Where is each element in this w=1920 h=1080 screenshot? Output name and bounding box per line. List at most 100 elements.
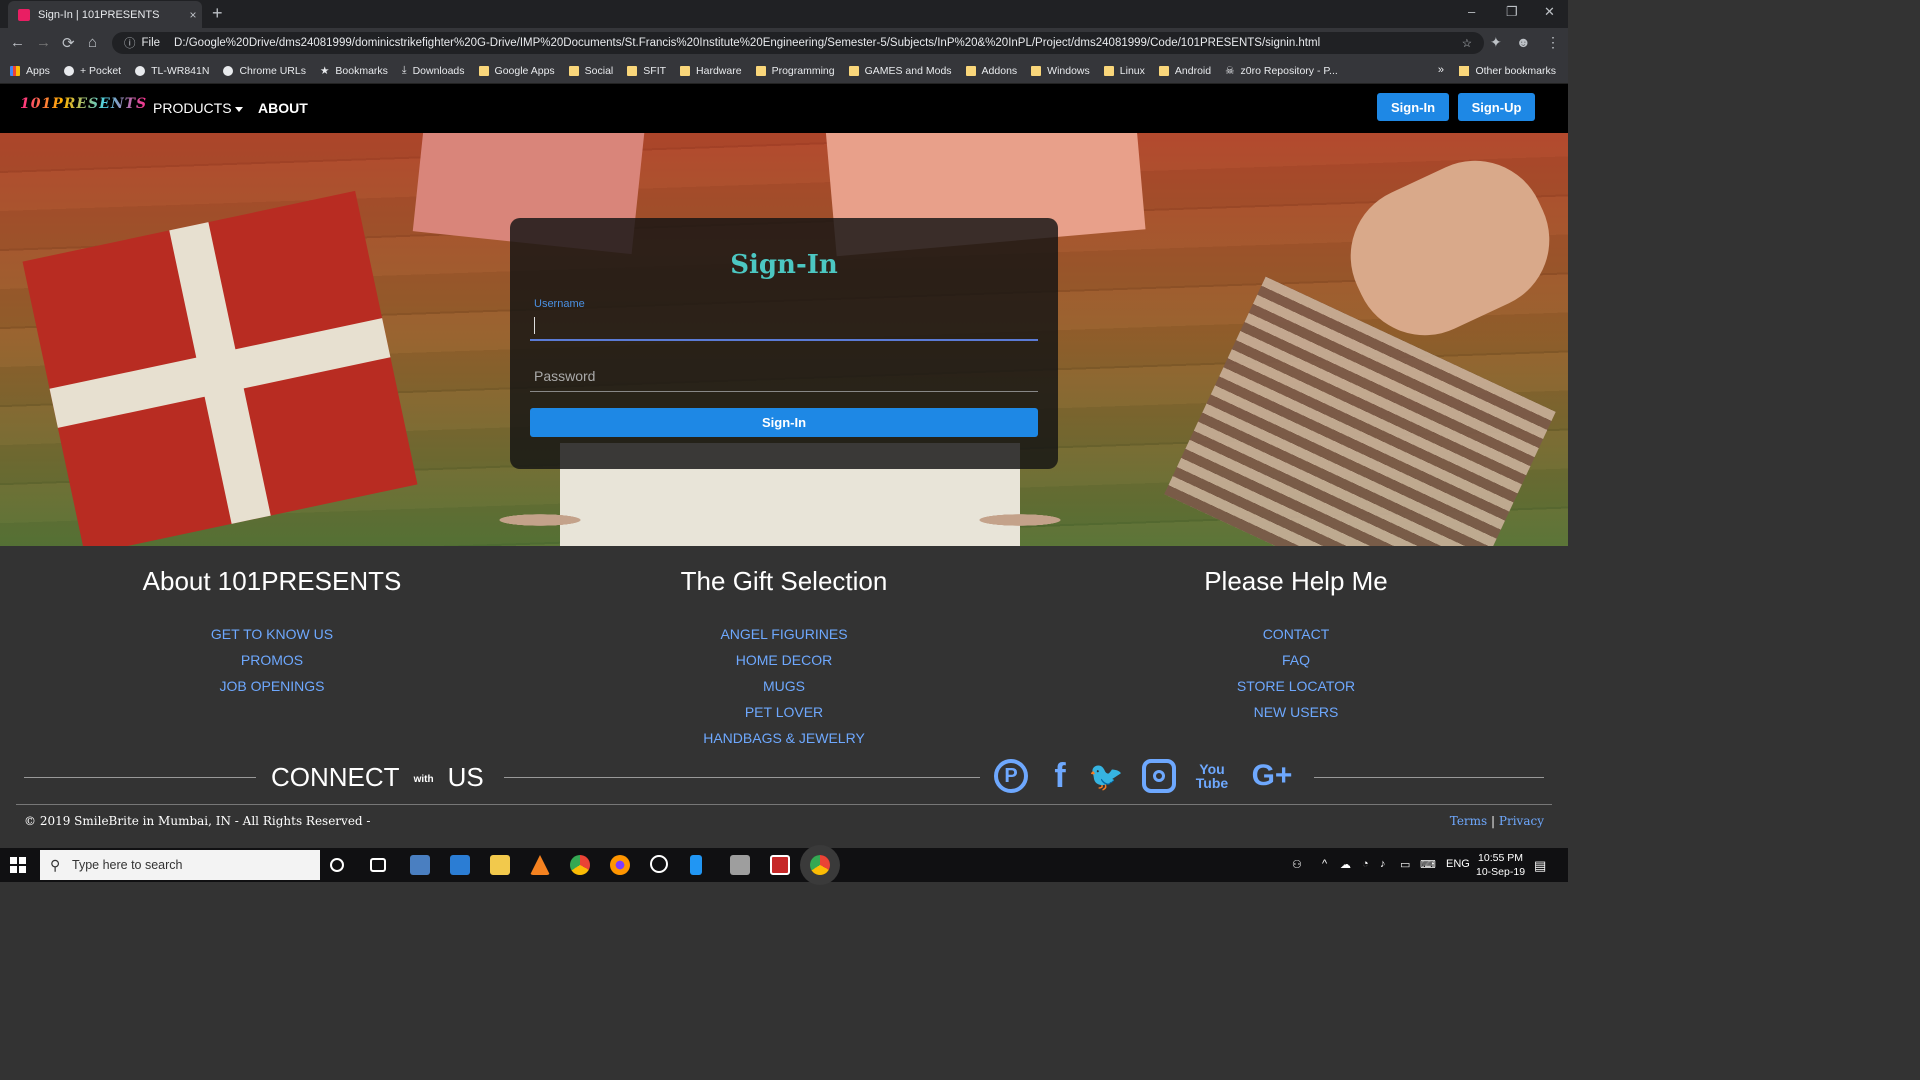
bookmark-label: Programming bbox=[771, 64, 835, 77]
bookmark-downloads[interactable]: ⤓ Downloads bbox=[402, 64, 465, 77]
pinterest-icon[interactable]: P bbox=[994, 759, 1028, 793]
file-explorer-icon[interactable] bbox=[490, 855, 510, 875]
close-window-button[interactable]: ✕ bbox=[1544, 4, 1555, 20]
nav-signup-button[interactable]: Sign-Up bbox=[1458, 93, 1535, 121]
volume-icon[interactable]: ♪ bbox=[1380, 858, 1386, 870]
footer-link[interactable]: FAQ bbox=[1086, 647, 1506, 673]
keyboard-icon[interactable]: ⌨ bbox=[1420, 858, 1436, 871]
bookmark-chrome-urls[interactable]: Chrome URLs bbox=[223, 65, 306, 77]
app-shortcut-icon[interactable] bbox=[730, 855, 750, 875]
privacy-link[interactable]: Privacy bbox=[1499, 814, 1544, 828]
bookmarks-overflow-button[interactable]: » bbox=[1438, 64, 1444, 76]
info-icon[interactable]: ⓘ bbox=[124, 35, 136, 51]
password-input[interactable] bbox=[530, 360, 1038, 392]
bookmark-folder-programming[interactable]: Programming bbox=[755, 64, 835, 77]
reload-icon[interactable]: ⟳ bbox=[62, 34, 75, 52]
footer-link[interactable]: HOME DECOR bbox=[574, 647, 994, 673]
folder-icon bbox=[478, 65, 489, 76]
bookmark-folder-addons[interactable]: Addons bbox=[965, 64, 1018, 77]
footer-link[interactable]: NEW USERS bbox=[1086, 699, 1506, 725]
facebook-icon[interactable]: f bbox=[1040, 756, 1080, 796]
footer-link[interactable]: ANGEL FIGURINES bbox=[574, 621, 994, 647]
language-indicator[interactable]: ENG bbox=[1446, 858, 1470, 870]
bookmark-folder-hardware[interactable]: Hardware bbox=[680, 65, 742, 77]
minimize-button[interactable]: – bbox=[1468, 4, 1475, 19]
bookmark-star-icon[interactable]: ☆ bbox=[1462, 36, 1472, 50]
skull-icon: ☠ bbox=[1225, 64, 1235, 77]
profile-avatar-icon[interactable]: ☻ bbox=[1516, 34, 1531, 50]
extensions-icon[interactable]: ✦ bbox=[1490, 34, 1502, 51]
footer-link[interactable]: PROMOS bbox=[62, 647, 482, 673]
tray-chevron-icon[interactable]: ^ bbox=[1322, 858, 1327, 870]
browser-tab[interactable]: Sign-In | 101PRESENTS × bbox=[8, 1, 202, 28]
bookmark-folder-games[interactable]: GAMES and Mods bbox=[848, 65, 952, 77]
footer-link[interactable]: HANDBAGS & JEWELRY bbox=[574, 725, 994, 751]
signin-submit-button[interactable]: Sign-In bbox=[530, 408, 1038, 437]
chrome-active-icon[interactable] bbox=[810, 855, 830, 875]
other-bookmarks-folder[interactable]: Other bookmarks bbox=[1459, 58, 1556, 84]
bookmark-folder-android[interactable]: Android bbox=[1158, 65, 1211, 77]
google-plus-icon[interactable]: G+ bbox=[1246, 756, 1298, 796]
footer-link[interactable]: JOB OPENINGS bbox=[62, 673, 482, 699]
youtube-icon[interactable]: You Tube bbox=[1192, 756, 1232, 796]
app-shortcut-icon[interactable] bbox=[770, 855, 790, 875]
app-shortcut-icon[interactable] bbox=[450, 855, 470, 875]
steam-icon[interactable] bbox=[650, 855, 668, 873]
bookmark-tl-wr841n[interactable]: TL-WR841N bbox=[135, 65, 209, 77]
bookmark-folder-sfit[interactable]: SFIT bbox=[627, 65, 666, 77]
bookmark-folder-windows[interactable]: Windows bbox=[1031, 65, 1090, 77]
bookmark-label: Addons bbox=[981, 64, 1018, 77]
footer-link[interactable]: PET LOVER bbox=[574, 699, 994, 725]
address-bar[interactable]: ⓘ File D:/Google%20Drive/dms24081999/dom… bbox=[112, 32, 1484, 54]
checkered-gift-box-image bbox=[1164, 276, 1556, 546]
bookmark-pocket[interactable]: + Pocket bbox=[63, 65, 121, 77]
people-icon[interactable]: ⚇ bbox=[1292, 858, 1302, 871]
tab-close-icon[interactable]: × bbox=[184, 8, 202, 22]
folder-icon bbox=[1031, 65, 1042, 76]
username-input[interactable] bbox=[530, 313, 1038, 341]
cortana-icon[interactable] bbox=[330, 858, 344, 872]
restore-button[interactable]: ❐ bbox=[1506, 4, 1518, 20]
nav-about-link[interactable]: ABOUT bbox=[258, 100, 308, 116]
task-view-icon[interactable] bbox=[370, 858, 386, 872]
footer-link[interactable]: MUGS bbox=[574, 673, 994, 699]
bookmark-folder-google-apps[interactable]: Google Apps bbox=[478, 65, 555, 77]
onedrive-icon[interactable]: ☁ bbox=[1340, 858, 1351, 871]
instagram-icon[interactable] bbox=[1142, 759, 1176, 793]
home-icon[interactable]: ⌂ bbox=[88, 34, 97, 51]
forward-icon[interactable]: → bbox=[36, 34, 51, 51]
app-shortcut-icon[interactable] bbox=[690, 855, 702, 875]
taskbar-clock[interactable]: 10:55 PM 10-Sep-19 bbox=[1476, 851, 1525, 879]
bookmark-bookmarks[interactable]: ★ Bookmarks bbox=[320, 65, 388, 77]
footer-link[interactable]: CONTACT bbox=[1086, 621, 1506, 647]
legal-separator: | bbox=[1491, 814, 1496, 828]
new-tab-button[interactable]: + bbox=[212, 3, 223, 24]
firefox-icon[interactable] bbox=[610, 855, 630, 875]
nav-signin-button[interactable]: Sign-In bbox=[1377, 93, 1449, 121]
site-logo[interactable]: 101PRESENTS bbox=[20, 96, 147, 112]
bookmark-z0ro-repository[interactable]: ☠ z0ro Repository - P... bbox=[1225, 65, 1338, 77]
notifications-icon[interactable]: ▤ bbox=[1534, 858, 1546, 874]
apps-grid-icon bbox=[10, 65, 20, 76]
vlc-icon[interactable] bbox=[530, 855, 550, 875]
url-text[interactable]: D:/Google%20Drive/dms24081999/dominicstr… bbox=[174, 37, 1320, 49]
nav-products-dropdown[interactable]: PRODUCTS bbox=[153, 100, 243, 116]
terms-link[interactable]: Terms bbox=[1450, 814, 1487, 828]
chrome-icon[interactable] bbox=[570, 855, 590, 875]
url-scheme: File bbox=[141, 37, 161, 49]
taskbar-search-box[interactable]: ⚲ Type here to search bbox=[40, 850, 320, 880]
footer-link[interactable]: GET TO KNOW US bbox=[62, 621, 482, 647]
twitter-icon[interactable]: 🐦 bbox=[1086, 756, 1126, 796]
bookmark-folder-linux[interactable]: Linux bbox=[1103, 65, 1145, 77]
youtube-tube: Tube bbox=[1195, 775, 1229, 791]
wifi-icon[interactable]: ◔ bbox=[1362, 858, 1369, 870]
bookmark-apps[interactable]: Apps bbox=[10, 65, 50, 77]
battery-icon[interactable]: ▭ bbox=[1400, 858, 1410, 871]
browser-tab-bar: Sign-In | 101PRESENTS × + – ❐ ✕ bbox=[0, 0, 1568, 28]
windows-start-icon[interactable] bbox=[10, 857, 26, 873]
menu-kebab-icon[interactable]: ⋮ bbox=[1546, 34, 1560, 51]
back-icon[interactable]: ← bbox=[10, 34, 25, 51]
bookmark-folder-social[interactable]: Social bbox=[568, 65, 613, 77]
footer-link[interactable]: STORE LOCATOR bbox=[1086, 673, 1506, 699]
control-panel-icon[interactable] bbox=[410, 855, 430, 875]
